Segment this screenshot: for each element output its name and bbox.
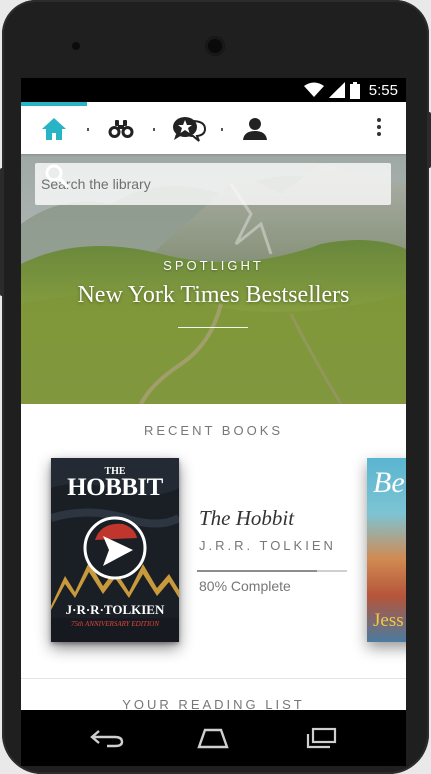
chat-star-icon: [173, 117, 206, 142]
volume-button: [0, 168, 4, 296]
front-camera: [205, 36, 225, 56]
clock: 5:55: [368, 81, 398, 99]
active-tab-indicator: [21, 102, 87, 106]
overflow-dot: [377, 125, 381, 129]
tab-discover[interactable]: [107, 116, 135, 142]
system-nav-bar: [21, 710, 406, 766]
tab-separator: [153, 128, 155, 131]
profile-icon: [243, 118, 267, 140]
overflow-dot: [377, 118, 381, 122]
book-title[interactable]: The Hobbit: [199, 506, 294, 531]
spotlight-label: SPOTLIGHT: [163, 258, 264, 273]
binoculars-icon: [108, 120, 134, 138]
spotlight-title[interactable]: New York Times Bestsellers: [21, 282, 406, 309]
reading-list-heading: YOUR READING LIST: [122, 697, 305, 710]
home-outline-icon: [197, 728, 229, 749]
tab-community[interactable]: [171, 116, 207, 142]
home-icon: [42, 118, 66, 140]
search-icon: [45, 164, 69, 188]
recents-button[interactable]: [301, 724, 341, 752]
reading-progress-label: 80% Complete: [199, 578, 291, 594]
power-button: [427, 112, 431, 168]
spotlight-banner[interactable]: SPOTLIGHT New York Times Bestsellers: [21, 154, 406, 404]
screen: 5:55 Search the library SPOTLIGHT New Yo…: [21, 78, 406, 710]
book-cover-next[interactable]: Be Jess: [367, 458, 406, 642]
book-author: J.R.R. TOLKIEN: [199, 538, 336, 553]
next-cover-title: Be: [373, 466, 405, 499]
tab-separator: [221, 128, 223, 131]
recents-icon: [306, 727, 337, 749]
recent-books-heading: RECENT BOOKS: [143, 423, 284, 438]
back-button[interactable]: [87, 724, 127, 752]
search-bar[interactable]: [35, 163, 391, 205]
earpiece: [72, 42, 80, 50]
reading-progress-bar: [197, 570, 347, 572]
spotlight-divider: [178, 327, 248, 328]
section-divider: [21, 678, 406, 679]
cover-author: J·R·R·TOLKIEN: [65, 602, 165, 617]
tab-separator: [87, 128, 89, 131]
battery-icon: [349, 81, 360, 99]
next-cover-author: Jess: [373, 610, 404, 631]
reading-progress-fill: [197, 570, 317, 572]
signal-icon: [328, 82, 345, 98]
overflow-menu-button[interactable]: [376, 118, 382, 138]
book-cover-hobbit[interactable]: THE HOBBIT J·R·R·TOLKIEN 75th ANNIVERSAR…: [51, 458, 179, 642]
tab-home[interactable]: [40, 116, 68, 142]
cover-title: HOBBIT: [67, 474, 163, 501]
wifi-icon: [303, 82, 324, 97]
tab-profile[interactable]: [241, 116, 269, 142]
overflow-dot: [377, 132, 381, 136]
back-icon: [90, 730, 124, 748]
status-bar: 5:55: [21, 78, 406, 102]
app-toolbar: [21, 102, 406, 154]
cover-edition: 75th ANNIVERSARY EDITION: [70, 620, 160, 628]
search-input[interactable]: [41, 176, 341, 192]
home-button[interactable]: [193, 724, 233, 752]
